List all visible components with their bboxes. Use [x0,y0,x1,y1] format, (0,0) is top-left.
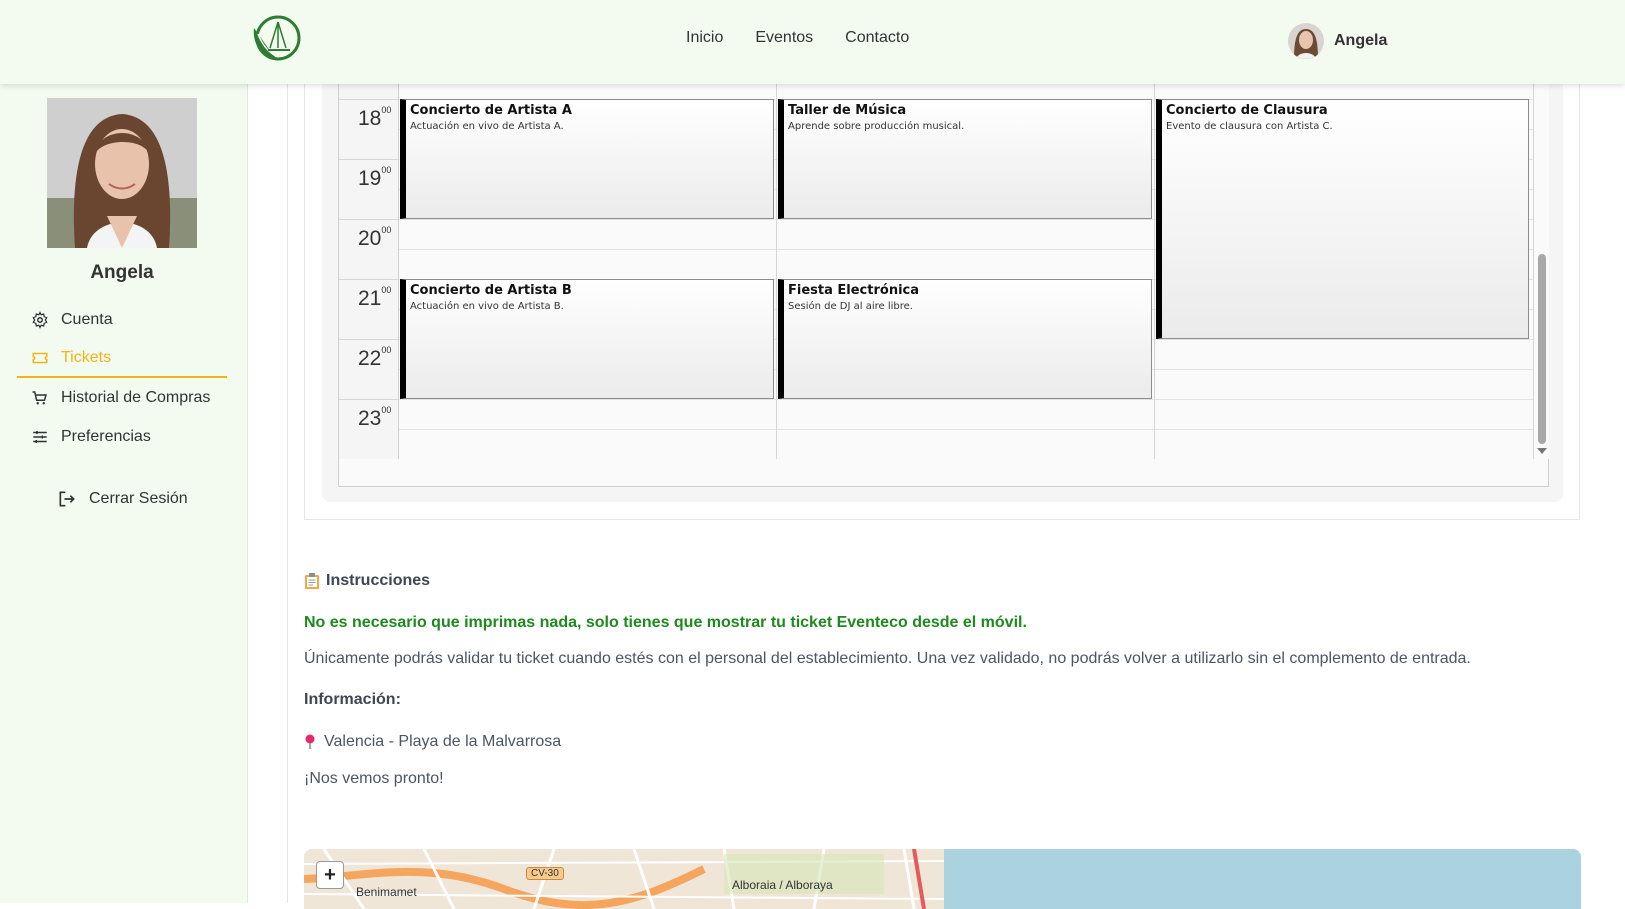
main-content: 1800 1900 2000 2100 2200 2300 Concierto … [287,84,1625,909]
profile-photo [47,98,197,248]
event-description: Evento de clausura con Artista C. [1166,121,1333,132]
instructions-title: Instrucciones [326,572,431,589]
scroll-down-arrow-icon[interactable] [1537,448,1547,454]
hour-label: 2100 [339,279,399,339]
sidebar-item-label: Cuenta [61,310,113,328]
location-text: Valencia - Playa de la Malvarrosa [324,733,562,750]
logout-label: Cerrar Sesión [89,490,188,507]
sidebar-item-label: Preferencias [61,427,151,445]
event-description: Sesión de DJ al aire libre. [788,301,913,312]
map-zoom-in-button[interactable]: + [316,861,344,889]
nav-contacto[interactable]: Contacto [845,29,909,47]
sidebar-item-tickets[interactable]: Tickets [17,339,227,378]
event-concierto-artista-a[interactable]: Concierto de Artista A Actuación en vivo… [400,99,774,219]
event-fiesta-electronica[interactable]: Fiesta Electrónica Sesión de DJ al aire … [778,279,1152,399]
event-concierto-artista-b[interactable]: Concierto de Artista B Actuación en vivo… [400,279,774,399]
logout-button[interactable]: Cerrar Sesión [57,489,188,509]
sliders-icon [33,430,47,443]
profile-name: Angela [90,262,154,283]
calendar-grid[interactable]: 1800 1900 2000 2100 2200 2300 Concierto … [339,84,1534,459]
event-title: Fiesta Electrónica [788,283,920,298]
pushpin-icon [305,734,315,749]
account-sidebar: Angela Cuenta Tickets Historial de Compr… [0,84,248,903]
hour-column: 1800 1900 2000 2100 2200 2300 [339,84,399,459]
eventeco-logo[interactable] [250,14,302,64]
top-header: Inicio Eventos Contacto Angela [0,0,1625,84]
hour-label: 2000 [339,219,399,279]
calendar-wrapper: 1800 1900 2000 2100 2200 2300 Concierto … [322,84,1563,502]
instructions-heading: Instrucciones [304,572,430,590]
ticket-icon [32,352,48,363]
nav-eventos[interactable]: Eventos [755,29,813,47]
sidebar-item-label: Historial de Compras [61,388,211,406]
location-map[interactable]: + Benimamet Alboraia / Alboraya CV-30 [304,849,1581,909]
sidebar-menu: Cuenta Tickets Historial de Compras Pref… [17,300,227,456]
nav-inicio[interactable]: Inicio [686,29,723,47]
scrollbar-thumb[interactable] [1538,254,1546,444]
user-name: Angela [1334,32,1388,49]
cart-icon [32,390,47,404]
info-label: Información: [304,691,401,708]
sidebar-item-label: Tickets [61,348,112,366]
instructions-text: Únicamente podrás validar tu ticket cuan… [304,650,1471,667]
calendar-card: 1800 1900 2000 2100 2200 2300 Concierto … [304,84,1580,520]
calendar-scrollbar[interactable] [1534,84,1549,459]
event-description: Actuación en vivo de Artista A. [410,121,564,132]
gear-icon [32,310,48,329]
event-location: Valencia - Playa de la Malvarrosa [304,733,561,751]
sidebar-item-historial[interactable]: Historial de Compras [17,378,227,417]
hour-label: 1800 [339,99,399,159]
clipboard-icon [305,573,319,589]
event-description: Aprende sobre producción musical. [788,121,965,132]
event-title: Concierto de Artista B [410,283,572,298]
hour-label: 2200 [339,339,399,399]
map-streets [304,849,944,909]
map-label: Benimamet [356,885,417,899]
avatar [1288,23,1324,59]
event-taller-musica[interactable]: Taller de Música Aprende sobre producció… [778,99,1152,219]
event-description: Actuación en vivo de Artista B. [410,301,564,312]
map-sea [944,849,1581,909]
instructions-highlight: No es necesario que imprimas nada, solo … [304,614,1027,631]
sidebar-item-preferencias[interactable]: Preferencias [17,417,227,456]
hour-label: 1900 [339,159,399,219]
hour-label: 2300 [339,399,399,459]
main-nav: Inicio Eventos Contacto [686,29,909,47]
event-title: Concierto de Clausura [1166,103,1328,118]
closing-text: ¡Nos vemos pronto! [304,770,444,787]
event-title: Taller de Música [788,103,907,118]
calendar-view: 1800 1900 2000 2100 2200 2300 Concierto … [338,84,1549,487]
event-concierto-clausura[interactable]: Concierto de Clausura Evento de clausura… [1156,99,1529,339]
user-menu[interactable]: Angela [1288,23,1387,59]
sidebar-item-cuenta[interactable]: Cuenta [17,300,227,339]
event-title: Concierto de Artista A [410,103,572,118]
logout-icon [59,491,75,507]
map-label: Alboraia / Alboraya [732,878,833,892]
map-road-label: CV-30 [526,867,564,880]
